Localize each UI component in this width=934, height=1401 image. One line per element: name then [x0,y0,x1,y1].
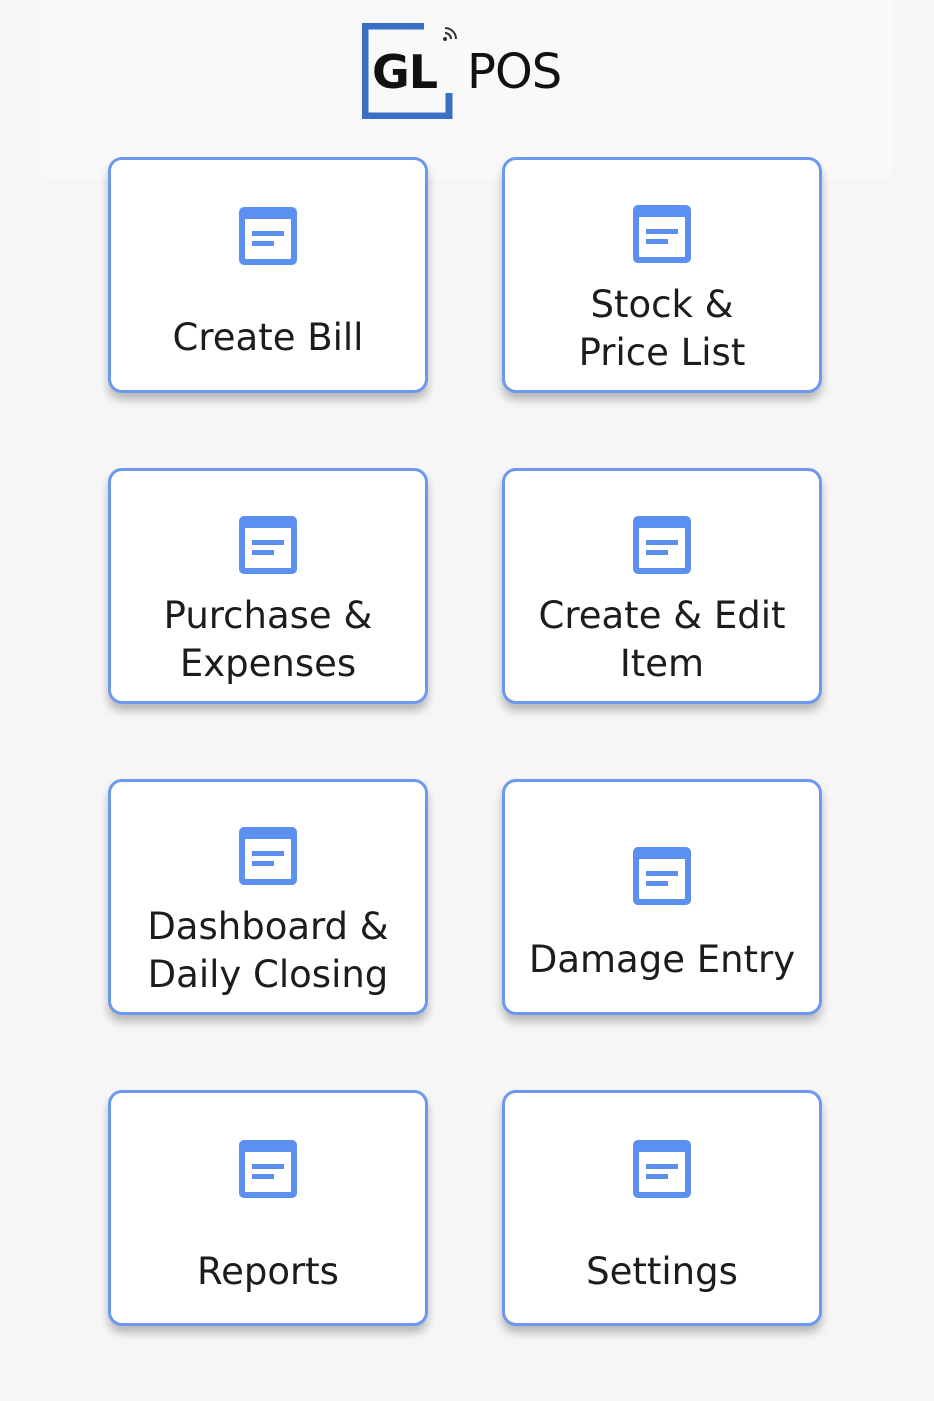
document-icon [239,827,297,885]
settings-button[interactable]: Settings [502,1090,822,1326]
damage-entry-button[interactable]: Damage Entry [502,779,822,1015]
create-bill-button[interactable]: Create Bill [108,157,428,393]
reports-button[interactable]: Reports [108,1090,428,1326]
menu-grid: Create Bill Stock & Price List Purchase … [0,0,934,1401]
document-icon [633,516,691,574]
tile-label: Reports [197,1250,339,1293]
document-icon [239,516,297,574]
tile-label: Settings [586,1250,738,1293]
document-icon [239,207,297,265]
document-icon [633,205,691,263]
create-edit-item-button[interactable]: Create & Edit Item [502,468,822,704]
dashboard-daily-closing-button[interactable]: Dashboard & Daily Closing [108,779,428,1015]
tile-label: Create Bill [172,316,364,359]
tile-label: Stock & Price List [578,283,746,374]
tile-label: Damage Entry [528,938,796,981]
document-icon [633,847,691,905]
stock-price-list-button[interactable]: Stock & Price List [502,157,822,393]
document-icon [633,1140,691,1198]
purchase-expenses-button[interactable]: Purchase & Expenses [108,468,428,704]
tile-label: Create & Edit Item [538,594,786,685]
tile-label: Purchase & Expenses [163,594,373,685]
document-icon [239,1140,297,1198]
tile-label: Dashboard & Daily Closing [147,905,389,996]
